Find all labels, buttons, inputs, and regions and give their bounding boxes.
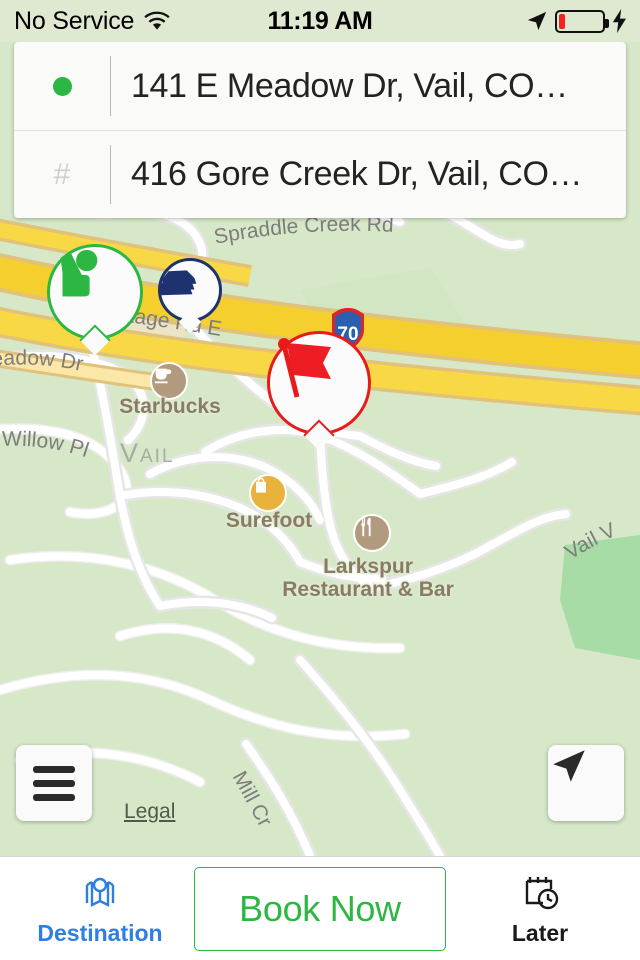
status-left: No Service: [0, 7, 240, 36]
carrier-label: No Service: [14, 6, 135, 35]
hailing-person-icon: [60, 249, 98, 297]
later-tab-label: Later: [511, 919, 569, 946]
book-now-label: Book Now: [239, 887, 401, 929]
pickup-address-text: 141 E Meadow Dr, Vail, CO…: [131, 66, 568, 105]
hamburger-menu-icon: [33, 759, 75, 808]
destination-pin[interactable]: [267, 331, 371, 451]
vehicle-pin[interactable]: [158, 258, 222, 334]
bottom-bar: Destination Book Now Later: [0, 856, 640, 960]
poi-label-larkspur: Larkspur Restaurant & Bar: [282, 555, 454, 601]
pickup-pin[interactable]: [47, 244, 143, 356]
battery-icon: [555, 9, 609, 33]
navigation-arrow-icon: [553, 750, 585, 782]
status-right: [400, 9, 640, 33]
clock-label: 11:19 AM: [267, 6, 373, 35]
poi-label-surefoot: Surefoot: [225, 509, 313, 532]
destination-address-text: 416 Gore Creek Dr, Vail, CO…: [131, 155, 583, 193]
legal-link[interactable]: Legal: [124, 800, 175, 824]
car-fleet-icon: [158, 270, 197, 296]
shopping-bag-icon[interactable]: [249, 474, 287, 512]
lightning-bolt-icon: [612, 9, 626, 33]
destination-tab[interactable]: Destination: [20, 871, 180, 947]
app-screen: 70 Spraddle Creek Rd Vail V Mill Cr ead: [0, 0, 640, 960]
green-dot-icon: [14, 76, 110, 96]
red-flag-icon: [278, 338, 331, 398]
city-label-vail: Vail: [120, 438, 175, 468]
pickup-address-row[interactable]: 141 E Meadow Dr, Vail, CO…: [14, 42, 626, 130]
calendar-clock-icon: [525, 876, 559, 909]
destination-address-row[interactable]: # 416 Gore Creek Dr, Vail, CO…: [14, 130, 626, 218]
later-tab[interactable]: Later: [460, 871, 620, 947]
wifi-icon: [144, 11, 170, 30]
hash-icon: #: [53, 157, 71, 191]
location-arrow-icon: [527, 11, 547, 31]
menu-button[interactable]: [16, 745, 92, 821]
destination-tab-label: Destination: [37, 919, 163, 946]
address-card: 141 E Meadow Dr, Vail, CO… # 416 Gore Cr…: [14, 42, 626, 218]
book-now-button[interactable]: Book Now: [194, 866, 446, 951]
locate-me-button[interactable]: [548, 745, 624, 821]
status-bar: No Service 11:19 AM: [0, 0, 640, 42]
poi-label-starbucks: Starbucks: [119, 395, 221, 418]
map-pin-fold-icon: [85, 877, 115, 907]
restaurant-icon[interactable]: [353, 514, 391, 552]
